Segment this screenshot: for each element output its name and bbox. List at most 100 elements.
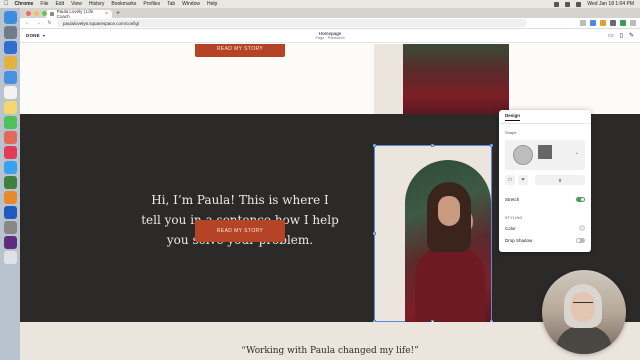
read-my-story-button[interactable]: READ MY STORY <box>195 44 285 57</box>
mail-icon[interactable] <box>3 71 17 84</box>
url-field[interactable]: paulalovely6.squarespace.com/config/ <box>57 19 527 27</box>
site-styles-icon[interactable]: ✎ <box>629 32 634 39</box>
corner-radius-input[interactable]: 0 <box>535 175 585 185</box>
tab-strip: Paula Lovely | Life Coach × + <box>20 8 640 19</box>
menu-help[interactable]: Help <box>207 1 217 7</box>
portrait-body <box>415 246 485 322</box>
menu-tab[interactable]: Tab <box>167 1 175 7</box>
presenter-body <box>556 326 612 354</box>
tab-design[interactable]: Design <box>505 113 521 121</box>
tab-title: Paula Lovely | Life Coach <box>56 9 94 19</box>
desktop-preview-icon[interactable]: ▭ <box>608 32 614 39</box>
shape-picker[interactable]: ⌄ <box>505 140 585 170</box>
stretch-row: Stretch <box>505 197 585 202</box>
corner-all-icon[interactable]: □ <box>505 175 515 185</box>
corner-radius-row: □ ⌗ 0 <box>505 174 585 186</box>
trash-icon[interactable] <box>3 251 17 264</box>
close-window-icon[interactable] <box>26 11 31 16</box>
browser-tab[interactable]: Paula Lovely | Life Coach × <box>46 9 112 19</box>
presenter-face <box>571 292 595 322</box>
portrait-face <box>438 196 460 226</box>
minimize-window-icon[interactable] <box>34 11 39 16</box>
webcam-bubble <box>542 270 626 354</box>
editor-header: DONE ▾ Homepage Page · Published ▭ ▯ ✎ <box>20 29 640 43</box>
chevron-down-icon[interactable]: ⌄ <box>575 150 579 156</box>
editor-tools: ▭ ▯ ✎ <box>608 32 634 39</box>
extensions-bar <box>580 20 636 26</box>
portrait-image[interactable] <box>405 160 491 322</box>
control-center-icon[interactable] <box>576 1 582 7</box>
color-row: Color <box>505 225 585 231</box>
menu-chrome[interactable]: Chrome <box>15 1 34 7</box>
extension-icon[interactable] <box>600 20 606 26</box>
safari-icon[interactable] <box>3 41 17 54</box>
menu-edit[interactable]: Edit <box>55 1 64 7</box>
wifi-icon[interactable] <box>554 1 560 7</box>
menu-kebab-icon[interactable] <box>630 20 636 26</box>
testimonial-quote[interactable]: “Working with Paula changed my life!” <box>20 346 640 356</box>
music-icon[interactable] <box>3 146 17 159</box>
menu-file[interactable]: File <box>40 1 48 7</box>
resize-handle[interactable] <box>373 144 376 147</box>
menubar-clock[interactable]: Wed Jan 18 1:04 PM <box>587 1 634 7</box>
page-title-block[interactable]: Homepage Page · Published <box>20 31 640 41</box>
stretch-label: Stretch <box>505 197 520 202</box>
close-tab-icon[interactable]: × <box>105 11 108 17</box>
extension-icon[interactable] <box>590 20 596 26</box>
menu-history[interactable]: History <box>89 1 105 7</box>
sheets-icon[interactable] <box>3 176 17 189</box>
new-tab-button[interactable]: + <box>116 10 120 17</box>
zoom-icon[interactable] <box>3 206 17 219</box>
shape-label: Shape <box>505 130 517 135</box>
design-panel: Design Shape ⌄ □ ⌗ 0 Stretch STYLING Col… <box>499 110 591 252</box>
menu-bookmarks[interactable]: Bookmarks <box>111 1 136 7</box>
profile-avatar-icon[interactable] <box>620 20 626 26</box>
styling-label: STYLING <box>505 216 523 220</box>
page-status: Page · Published <box>315 36 345 40</box>
drop-shadow-toggle[interactable] <box>576 238 585 243</box>
color-label: Color <box>505 225 516 231</box>
circle-shape-option[interactable] <box>513 145 533 165</box>
settings-icon[interactable] <box>3 221 17 234</box>
favicon-icon <box>50 12 54 16</box>
apple-icon[interactable]:  <box>4 1 9 7</box>
square-shape-option[interactable] <box>538 145 552 159</box>
battery-icon[interactable] <box>565 1 571 7</box>
extension-icon[interactable] <box>610 20 616 26</box>
forward-icon[interactable]: → <box>35 20 42 26</box>
menu-window[interactable]: Window <box>182 1 200 7</box>
back-icon[interactable]: ← <box>24 20 31 26</box>
read-my-story-button[interactable]: READ MY STORY <box>195 220 285 242</box>
launchpad-icon[interactable] <box>3 26 17 39</box>
resize-handle[interactable] <box>373 232 376 235</box>
mobile-preview-icon[interactable]: ▯ <box>620 32 623 39</box>
app-store-icon[interactable] <box>3 161 17 174</box>
resize-handle[interactable] <box>431 144 434 147</box>
menu-profiles[interactable]: Profiles <box>143 1 160 7</box>
resize-handle[interactable] <box>490 144 493 147</box>
chrome-icon[interactable] <box>3 56 17 69</box>
drop-shadow-label: Drop Shadow <box>505 238 533 243</box>
notes-icon[interactable] <box>3 101 17 114</box>
podcasts-icon[interactable] <box>3 236 17 249</box>
zoom-window-icon[interactable] <box>42 11 47 16</box>
reload-icon[interactable]: ↻ <box>46 20 53 26</box>
window-controls <box>26 11 47 16</box>
portrait-image[interactable] <box>403 44 509 114</box>
panel-tabs: Design <box>499 110 591 124</box>
extension-icon[interactable] <box>580 20 586 26</box>
dock <box>0 8 20 360</box>
corner-individual-icon[interactable]: ⌗ <box>518 175 528 185</box>
slides-icon[interactable] <box>3 191 17 204</box>
calendar-icon[interactable] <box>3 86 17 99</box>
selected-image-block[interactable] <box>373 144 493 323</box>
messages-icon[interactable] <box>3 116 17 129</box>
address-bar-row: ← → ↻ paulalovely6.squarespace.com/confi… <box>20 18 640 29</box>
menu-view[interactable]: View <box>71 1 82 7</box>
photos-icon[interactable] <box>3 131 17 144</box>
drop-shadow-row: Drop Shadow <box>505 238 585 243</box>
stretch-toggle[interactable] <box>576 197 585 202</box>
finder-icon[interactable] <box>3 11 17 24</box>
presenter-glasses <box>573 302 593 306</box>
color-swatch[interactable] <box>579 225 585 231</box>
